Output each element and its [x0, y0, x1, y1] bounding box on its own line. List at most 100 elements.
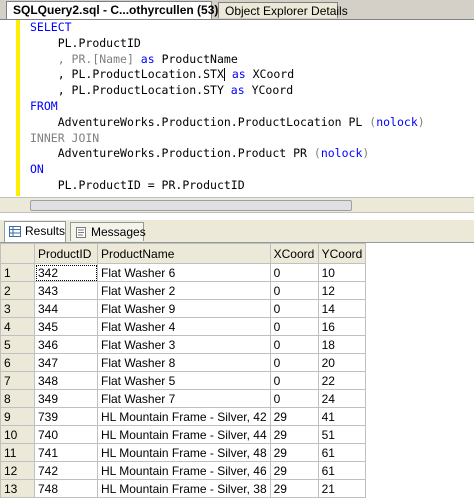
- table-cell[interactable]: 41: [317, 407, 367, 426]
- sql-line-4a: , PL.ProductLocation.STX: [57, 67, 224, 82]
- sql-line-9a: AdventureWorks.Production.Product PR: [57, 146, 314, 161]
- row-number-cell[interactable]: 5: [0, 335, 35, 354]
- table-cell[interactable]: 18: [317, 335, 367, 354]
- table-cell[interactable]: 51: [317, 425, 367, 444]
- table-cell[interactable]: 16: [317, 317, 367, 336]
- table-cell[interactable]: 61: [317, 443, 367, 462]
- table-cell[interactable]: 342: [34, 263, 98, 282]
- table-cell[interactable]: Flat Washer 4: [97, 317, 271, 336]
- tab-results-label: Results: [25, 224, 66, 238]
- column-header-productname[interactable]: ProductName: [97, 243, 271, 264]
- table-cell[interactable]: 29: [269, 461, 319, 480]
- table-row[interactable]: 8 349 Flat Washer 7 0 24: [0, 389, 367, 408]
- table-cell[interactable]: Flat Washer 9: [97, 299, 271, 318]
- sql-code[interactable]: SELECT PL.ProductID , PR.[Name] as Produ…: [30, 20, 425, 194]
- table-cell[interactable]: 347: [34, 353, 98, 372]
- table-cell[interactable]: HL Mountain Frame - Silver, 42: [97, 407, 271, 426]
- table-cell[interactable]: 61: [317, 461, 367, 480]
- table-row[interactable]: 13 748 HL Mountain Frame - Silver, 38 29 21: [0, 479, 367, 498]
- table-row[interactable]: 11 741 HL Mountain Frame - Silver, 48 29 61: [0, 443, 367, 462]
- table-cell[interactable]: 739: [34, 407, 98, 426]
- editor-horizontal-scrollbar[interactable]: [0, 197, 474, 213]
- table-row[interactable]: 2 343 Flat Washer 2 0 12: [0, 281, 367, 300]
- row-number-cell[interactable]: 10: [0, 425, 35, 444]
- table-cell[interactable]: 24: [317, 389, 367, 408]
- table-cell[interactable]: 348: [34, 371, 98, 390]
- table-cell[interactable]: 344: [34, 299, 98, 318]
- table-cell[interactable]: Flat Washer 8: [97, 353, 271, 372]
- sql-line-9d: ): [362, 146, 370, 161]
- table-cell[interactable]: 29: [269, 425, 319, 444]
- column-header-ycoord[interactable]: YCoord: [317, 243, 367, 264]
- table-cell[interactable]: Flat Washer 3: [97, 335, 271, 354]
- table-cell[interactable]: 346: [34, 335, 98, 354]
- row-number-cell[interactable]: 4: [0, 317, 35, 336]
- row-number-cell[interactable]: 12: [0, 461, 35, 480]
- row-number-cell[interactable]: 3: [0, 299, 35, 318]
- table-cell[interactable]: 748: [34, 479, 98, 498]
- row-number-cell[interactable]: 11: [0, 443, 35, 462]
- table-cell[interactable]: 0: [269, 353, 319, 372]
- table-cell[interactable]: 349: [34, 389, 98, 408]
- row-number-cell[interactable]: 9: [0, 407, 35, 426]
- table-cell[interactable]: 0: [269, 335, 319, 354]
- tab-messages[interactable]: Messages: [70, 222, 146, 241]
- row-number-cell[interactable]: 6: [0, 353, 35, 372]
- table-cell[interactable]: 29: [269, 443, 319, 462]
- table-cell[interactable]: 0: [269, 317, 319, 336]
- table-cell[interactable]: Flat Washer 5: [97, 371, 271, 390]
- table-cell[interactable]: HL Mountain Frame - Silver, 46: [97, 461, 271, 480]
- row-number-cell[interactable]: 7: [0, 371, 35, 390]
- table-row[interactable]: 4 345 Flat Washer 4 0 16: [0, 317, 367, 336]
- table-cell[interactable]: HL Mountain Frame - Silver, 38: [97, 479, 271, 498]
- table-cell[interactable]: HL Mountain Frame - Silver, 48: [97, 443, 271, 462]
- table-cell[interactable]: 343: [34, 281, 98, 300]
- table-cell[interactable]: 10: [317, 263, 367, 282]
- table-row[interactable]: 12 742 HL Mountain Frame - Silver, 46 29 61: [0, 461, 367, 480]
- table-cell[interactable]: HL Mountain Frame - Silver, 44: [97, 425, 271, 444]
- table-cell[interactable]: 12: [317, 281, 367, 300]
- table-cell[interactable]: Flat Washer 6: [97, 263, 271, 282]
- column-header-productid[interactable]: ProductID: [34, 243, 98, 264]
- table-row[interactable]: 3 344 Flat Washer 9 0 14: [0, 299, 367, 318]
- table-cell[interactable]: 0: [269, 281, 319, 300]
- row-number-cell[interactable]: 1: [0, 263, 35, 282]
- sql-line-1: SELECT: [30, 20, 72, 34]
- row-number-cell[interactable]: 8: [0, 389, 35, 408]
- table-cell[interactable]: 0: [269, 299, 319, 318]
- table-cell[interactable]: 14: [317, 299, 367, 318]
- text-caret: [223, 68, 225, 82]
- table-row[interactable]: 7 348 Flat Washer 5 0 22: [0, 371, 367, 390]
- tab-results[interactable]: Results: [4, 221, 66, 242]
- table-row[interactable]: 9 739 HL Mountain Frame - Silver, 42 29 41: [0, 407, 367, 426]
- table-row[interactable]: 10 740 HL Mountain Frame - Silver, 44 29 51: [0, 425, 367, 444]
- table-row[interactable]: 6 347 Flat Washer 8 0 20: [0, 353, 367, 372]
- tab-object-explorer-details[interactable]: Object Explorer Details: [218, 2, 348, 18]
- row-number-cell[interactable]: 13: [0, 479, 35, 498]
- results-grid[interactable]: ProductID ProductName XCoord YCoord 1 342…: [0, 243, 474, 498]
- table-cell[interactable]: 345: [34, 317, 98, 336]
- table-cell[interactable]: 20: [317, 353, 367, 372]
- column-header-xcoord[interactable]: XCoord: [269, 243, 319, 264]
- table-row[interactable]: 1 342 Flat Washer 6 0 10: [0, 263, 367, 282]
- table-cell[interactable]: 0: [269, 263, 319, 282]
- row-header-corner[interactable]: [0, 243, 35, 264]
- scrollbar-thumb[interactable]: [30, 200, 352, 211]
- table-cell[interactable]: 22: [317, 371, 367, 390]
- table-cell[interactable]: 740: [34, 425, 98, 444]
- table-cell[interactable]: 21: [317, 479, 367, 498]
- row-number-cell[interactable]: 2: [0, 281, 35, 300]
- table-cell[interactable]: 29: [269, 479, 319, 498]
- table-cell[interactable]: 0: [269, 371, 319, 390]
- table-cell[interactable]: Flat Washer 7: [97, 389, 271, 408]
- table-cell[interactable]: Flat Washer 2: [97, 281, 271, 300]
- sql-line-7c: nolock: [376, 114, 418, 129]
- query-editor[interactable]: SELECT PL.ProductID , PR.[Name] as Produ…: [0, 20, 474, 196]
- table-cell[interactable]: 741: [34, 443, 98, 462]
- tab-sqlquery2[interactable]: SQLQuery2.sql - C...othyrcullen (53))*: [6, 1, 227, 19]
- sql-line-4c: XCoord: [245, 67, 295, 82]
- table-cell[interactable]: 742: [34, 461, 98, 480]
- table-row[interactable]: 5 346 Flat Washer 3 0 18: [0, 335, 367, 354]
- table-cell[interactable]: 29: [269, 407, 319, 426]
- table-cell[interactable]: 0: [269, 389, 319, 408]
